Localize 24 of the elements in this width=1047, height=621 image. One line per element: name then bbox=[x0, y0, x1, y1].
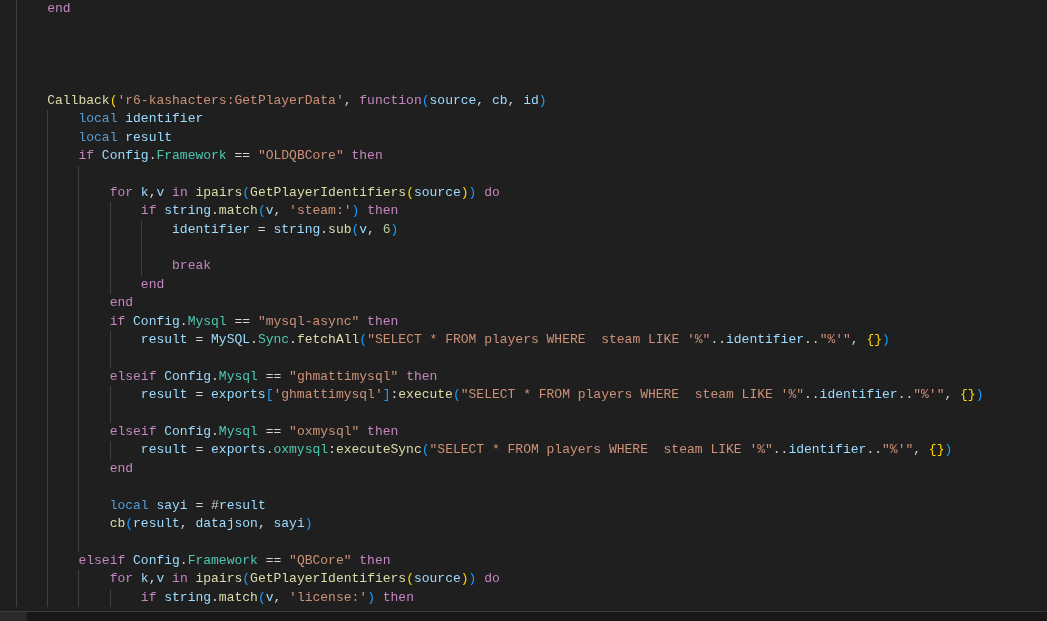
code-line: if Config.Framework == "OLDQBCore" then bbox=[78, 147, 383, 166]
code-editor[interactable] bbox=[0, 0, 1047, 621]
code-line: break bbox=[172, 257, 212, 276]
code-line: elseif Config.Mysql == "oxmysql" then bbox=[109, 423, 399, 441]
code-line: if Config.Mysql == "mysql-async" then bbox=[109, 312, 399, 331]
code-line: for k,v in ipairs(GetPlayerIdentifiers(source)) do bbox=[109, 183, 500, 202]
code-line: if string.match(v, 'steam:') then bbox=[140, 202, 399, 221]
code-line: local sayi = #result bbox=[109, 496, 266, 515]
code-line: end bbox=[140, 275, 165, 294]
code-line: identifier = string.sub(v, 6) bbox=[172, 220, 399, 239]
code-line: end bbox=[109, 294, 134, 313]
code-line: end bbox=[47, 0, 71, 18]
code-line: local result bbox=[78, 128, 173, 147]
code-line: result = MySQL.Sync.fetchAll("SELECT * FROM players WHERE steam LIKE '%"..identifier.."%'", {}) bbox=[140, 331, 890, 350]
code-line: cb(result, datajson, sayi) bbox=[109, 514, 313, 533]
code-line: local identifier bbox=[78, 110, 204, 129]
code-line: Callback('r6-kashacters:GetPlayerData', function(source, cb, id) bbox=[47, 91, 547, 110]
code-line: result = exports.oxmysql:executeSync("SELECT * FROM players WHERE steam LIKE '%"..identifier.."%'", {}) bbox=[140, 441, 953, 460]
code-line: for k,v in ipairs(GetPlayerIdentifiers(source)) do bbox=[109, 570, 500, 589]
code-line: if string.match(v, 'license:') then bbox=[140, 588, 414, 607]
code-line: elseif Config.Framework == "QBCore" then bbox=[78, 551, 391, 570]
code-line: elseif Config.Mysql == "ghmattimysql" then bbox=[109, 367, 438, 386]
code-line: result = exports['ghmattimysql']:execute("SELECT * FROM players WHERE steam LIKE '%"..identifier.."%'", {}) bbox=[140, 386, 984, 405]
code-line: end bbox=[109, 459, 134, 478]
